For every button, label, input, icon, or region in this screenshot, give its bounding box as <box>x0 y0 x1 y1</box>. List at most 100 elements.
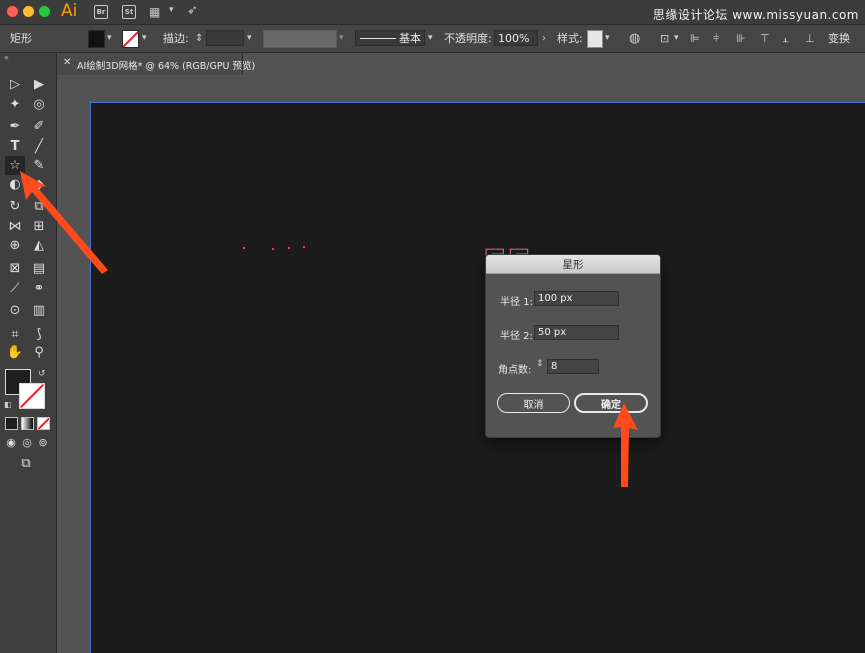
color-mode-icon[interactable] <box>5 417 18 430</box>
pen-tool-icon[interactable]: ✒ <box>5 117 25 136</box>
align-vertical-center-icon[interactable]: ⫠ <box>782 32 795 45</box>
tools-panel: « ▷ ▶ ✦ ◎ ✒ ✐ T ╱ ☆ ✎ ◐ ◆ ↻ ⧉ ⋈ ⊞ ⊕ ◭ ⊠ … <box>0 53 57 653</box>
chevron-down-icon[interactable]: ▾ <box>169 5 174 15</box>
chevron-down-icon[interactable]: ▾ <box>674 25 679 52</box>
blend-tool-icon[interactable]: ⚭ <box>29 279 49 298</box>
points-input[interactable] <box>547 359 599 374</box>
draw-inside-icon[interactable]: ⊚ <box>33 433 53 452</box>
opacity-input[interactable]: 100% <box>494 30 538 46</box>
chevron-down-icon[interactable]: ▾ <box>428 25 433 52</box>
app-title-bar: Ai Br St ▦ ▾ ➶ 思缘设计论坛 www.missyuan.com <box>0 0 865 25</box>
paintbrush-tool-icon[interactable]: ✎ <box>29 156 49 175</box>
selected-object-label: 矩形 <box>10 32 32 45</box>
radius1-label: 半径 1: <box>500 297 533 308</box>
align-right-icon[interactable]: ⊪ <box>736 32 749 45</box>
artboard[interactable] <box>90 102 865 653</box>
stroke-profile-label: 基本 <box>399 32 421 45</box>
hand-tool-icon[interactable]: ✋ <box>5 343 25 362</box>
lasso-tool-icon[interactable]: ◎ <box>29 95 49 114</box>
radius1-input[interactable] <box>534 291 619 306</box>
eyedropper-tool-icon[interactable]: ⟋ <box>5 279 25 298</box>
artboard-tool-icon[interactable]: ⌗ <box>5 325 25 344</box>
variable-width-profile[interactable] <box>263 30 337 48</box>
document-tab[interactable]: ✕ AI绘制3D网格* @ 64% (RGB/GPU 预览) <box>57 53 255 75</box>
width-tool-icon[interactable]: ⋈ <box>5 217 25 236</box>
gradient-mode-icon[interactable] <box>21 417 34 430</box>
close-icon[interactable]: ✕ <box>63 57 71 68</box>
recolor-artwork-icon[interactable]: ◍ <box>629 32 642 45</box>
stroke-color-swatch[interactable] <box>122 30 139 48</box>
minimize-window-button[interactable] <box>23 6 34 17</box>
illustrator-logo: Ai <box>61 1 78 21</box>
chevron-right-icon[interactable]: › <box>542 25 546 52</box>
selection-tool-icon[interactable]: ▷ <box>5 75 25 94</box>
curvature-tool-icon[interactable]: ✐ <box>29 117 49 136</box>
shape-builder-tool-icon[interactable]: ⊕ <box>5 236 25 255</box>
stepper-icon[interactable]: ⇕ <box>195 25 203 52</box>
slice-tool-icon[interactable]: ⟆ <box>29 325 49 344</box>
stroke-line-icon <box>360 38 396 39</box>
chevron-down-icon[interactable]: ▾ <box>107 25 112 52</box>
stock-button[interactable]: St <box>122 5 136 19</box>
maximize-window-button[interactable] <box>39 6 50 17</box>
bridge-button[interactable]: Br <box>94 5 108 19</box>
dialog-title-bar[interactable]: 星形 <box>486 255 660 274</box>
default-colors-icon[interactable]: ◧ <box>4 400 12 409</box>
brush-definition[interactable]: 基本 <box>355 30 425 46</box>
magic-wand-tool-icon[interactable]: ✦ <box>5 95 25 114</box>
points-label: 角点数: <box>498 365 532 376</box>
column-graph-tool-icon[interactable]: ▥ <box>29 301 49 320</box>
transform-button[interactable]: 变换 <box>828 25 850 52</box>
stroke-label: 描边: <box>163 32 189 45</box>
perspective-grid-tool-icon[interactable]: ◭ <box>29 236 49 255</box>
stepper-icon[interactable]: ⇕ <box>536 359 544 369</box>
swap-fill-stroke-icon[interactable]: ↺ <box>38 369 46 379</box>
ok-button[interactable]: 确定 <box>574 393 648 413</box>
gpu-performance-icon[interactable]: ➶ <box>187 3 198 18</box>
artwork-fragment <box>288 247 290 249</box>
symbol-sprayer-tool-icon[interactable]: ⊙ <box>5 301 25 320</box>
watermark-text: 思缘设计论坛 www.missyuan.com <box>652 8 859 22</box>
chevron-down-icon[interactable]: ▾ <box>605 25 610 52</box>
collapse-panel-icon[interactable]: « <box>4 53 9 62</box>
artwork-fragment <box>272 248 274 250</box>
chevron-down-icon[interactable]: ▾ <box>142 25 147 52</box>
none-mode-icon[interactable] <box>37 417 50 430</box>
radius2-input[interactable] <box>534 325 619 340</box>
align-bottom-icon[interactable]: ⊥ <box>805 32 818 45</box>
stroke-color-swatch[interactable] <box>19 383 45 409</box>
eraser-tool-icon[interactable]: ◆ <box>29 175 49 194</box>
align-top-icon[interactable]: ⊤ <box>760 32 773 45</box>
scale-tool-icon[interactable]: ⧉ <box>29 197 49 216</box>
graphic-style-swatch[interactable] <box>587 30 603 48</box>
align-horizontal-center-icon[interactable]: ⫩ <box>713 32 726 45</box>
radius2-label: 半径 2: <box>500 331 533 342</box>
screen-mode-icon[interactable]: ⧉ <box>16 454 36 473</box>
fill-color-swatch[interactable] <box>88 30 105 48</box>
type-tool-icon[interactable]: T <box>5 137 25 156</box>
stroke-weight-input[interactable] <box>206 30 244 46</box>
document-tab-title: AI绘制3D网格* @ 64% (RGB/GPU 预览) <box>77 61 256 72</box>
free-transform-tool-icon[interactable]: ⊞ <box>29 217 49 236</box>
no-stroke-icon <box>123 31 138 47</box>
gradient-tool-icon[interactable]: ▤ <box>29 259 49 278</box>
opacity-label[interactable]: 不透明度: <box>444 25 492 52</box>
chevron-down-icon[interactable]: ▾ <box>247 25 252 52</box>
rotate-tool-icon[interactable]: ↻ <box>5 197 25 216</box>
dialog-title: 星形 <box>562 259 584 271</box>
chevron-down-icon[interactable]: ▾ <box>339 25 344 52</box>
star-tool-icon[interactable]: ☆ <box>5 156 25 175</box>
close-window-button[interactable] <box>7 6 18 17</box>
control-bar: 矩形 ▾ ▾ 描边: ⇕ ▾ ▾ 基本 ▾ 不透明度: 100% › 样式: ▾… <box>0 25 865 53</box>
cancel-button[interactable]: 取消 <box>497 393 570 413</box>
direct-selection-tool-icon[interactable]: ▶ <box>29 75 49 94</box>
align-left-icon[interactable]: ⊫ <box>690 32 703 45</box>
line-segment-tool-icon[interactable]: ╱ <box>29 137 49 156</box>
align-to-icon[interactable]: ⊡ <box>660 32 673 45</box>
artwork-fragment <box>243 247 245 249</box>
zoom-tool-icon[interactable]: ⚲ <box>29 343 49 362</box>
shaper-tool-icon[interactable]: ◐ <box>5 175 25 194</box>
arrange-documents-icon[interactable]: ▦ <box>149 5 160 19</box>
style-label: 样式: <box>557 32 583 45</box>
mesh-tool-icon[interactable]: ⊠ <box>5 259 25 278</box>
